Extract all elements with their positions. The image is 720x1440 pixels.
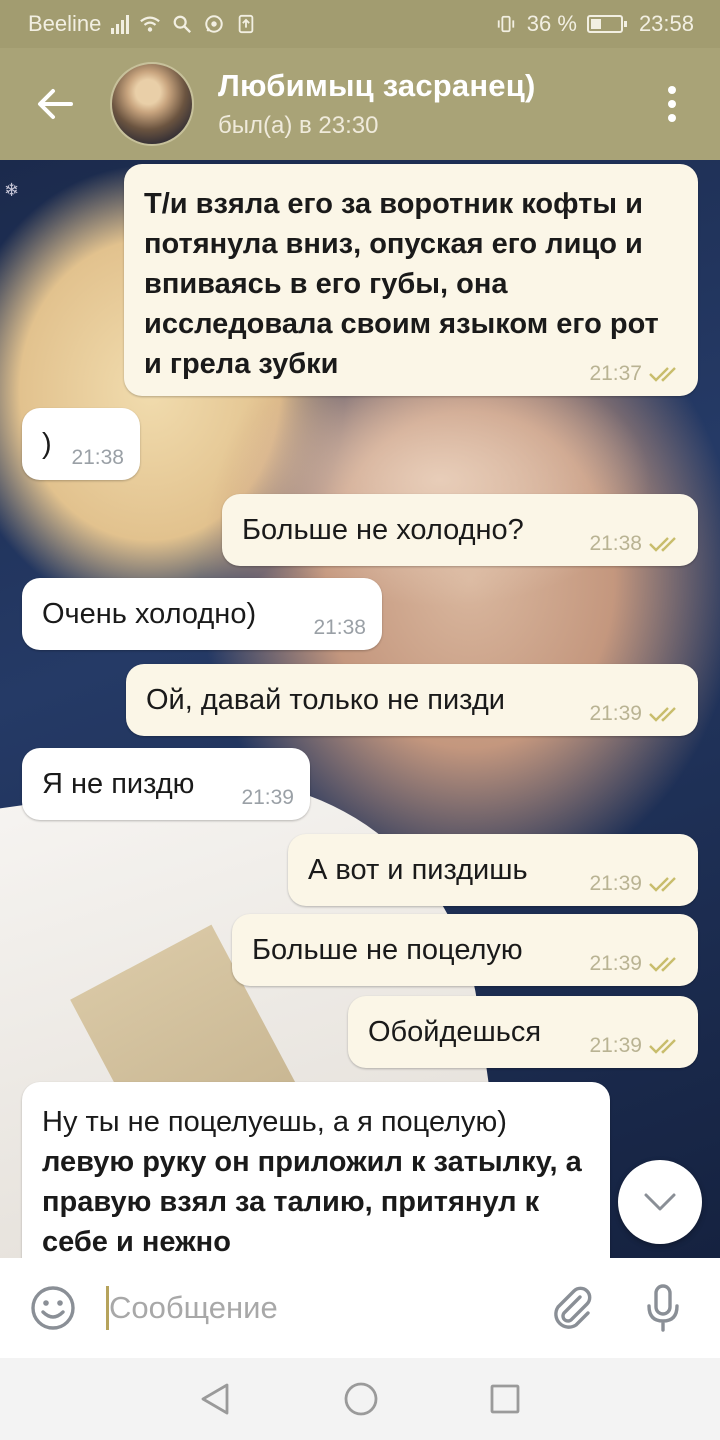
- scroll-to-bottom-button[interactable]: [618, 1160, 702, 1244]
- contact-info[interactable]: Любимыц засранец) был(а) в 23:30: [218, 68, 624, 140]
- double-check-icon: [649, 957, 676, 972]
- message-input[interactable]: [109, 1290, 509, 1326]
- status-bar: Beeline 36 % 23:58: [0, 0, 720, 48]
- message-text-bold: левую руку он приложил к затылку, а прав…: [42, 1146, 582, 1258]
- back-triangle-icon[interactable]: [199, 1382, 233, 1416]
- message-time: 21:39: [589, 1034, 642, 1057]
- message-time: 21:39: [589, 952, 642, 975]
- clock: 23:58: [638, 11, 694, 36]
- message-outgoing[interactable]: А вот и пиздишь 21:39: [288, 834, 698, 906]
- wallpaper-signature: ❄: [4, 180, 20, 200]
- attach-button[interactable]: [528, 1258, 618, 1358]
- double-check-icon: [649, 367, 676, 382]
- message-time: 21:39: [241, 786, 294, 809]
- recents-square-icon[interactable]: [489, 1383, 521, 1415]
- chevron-down-icon: [644, 1193, 676, 1211]
- message-text: Ну ты не поцелуешь, а я поцелую): [42, 1106, 507, 1138]
- search-icon: [174, 15, 192, 34]
- message-incoming[interactable]: ) 21:38: [22, 408, 140, 480]
- message-outgoing[interactable]: Больше не поцелую 21:39: [232, 914, 698, 986]
- smiley-icon: [31, 1286, 75, 1330]
- home-circle-icon[interactable]: [343, 1381, 379, 1417]
- message-time: 21:38: [313, 616, 366, 639]
- whatsapp-icon: [205, 15, 224, 33]
- vibrate-icon: [497, 15, 514, 33]
- battery-percent: 36 %: [526, 11, 577, 36]
- double-check-icon: [649, 877, 676, 892]
- message-outgoing[interactable]: Ой, давай только не пизди 21:39: [126, 664, 698, 736]
- message-outgoing[interactable]: Больше не холодно? 21:38: [222, 494, 698, 566]
- message-incoming[interactable]: Ну ты не поцелуешь, а я поцелую) левую р…: [22, 1082, 610, 1258]
- avatar[interactable]: [110, 62, 194, 146]
- microphone-button[interactable]: [618, 1258, 708, 1358]
- double-check-icon: [649, 707, 676, 722]
- message-incoming[interactable]: Я не пиздю 21:39: [22, 748, 310, 820]
- arrow-left-icon: [38, 89, 73, 119]
- contact-last-seen: был(а) в 23:30: [218, 112, 379, 139]
- upload-icon: [239, 14, 254, 34]
- signal-icon: [111, 14, 130, 34]
- back-button[interactable]: [0, 48, 110, 160]
- message-time: 21:39: [589, 872, 642, 895]
- message-composer: [0, 1258, 720, 1358]
- system-navigation-bar: [0, 1358, 720, 1440]
- carrier-name: Beeline: [28, 11, 102, 36]
- message-incoming[interactable]: Очень холодно) 21:38: [22, 578, 382, 650]
- message-outgoing[interactable]: Т/и взяла его за воротник кофты и потяну…: [124, 164, 698, 396]
- contact-name: Любимыц засранец): [218, 68, 536, 103]
- chat-header: Любимыц засранец) был(а) в 23:30: [0, 48, 720, 160]
- message-time: 21:38: [589, 532, 642, 555]
- microphone-icon: [647, 1284, 679, 1332]
- wifi-icon: [140, 16, 161, 32]
- battery-icon: [586, 15, 627, 33]
- message-time: 21:38: [71, 446, 124, 469]
- double-check-icon: [649, 1039, 676, 1054]
- more-menu-button[interactable]: [624, 48, 720, 160]
- message-outgoing[interactable]: Обойдешься 21:39: [348, 996, 698, 1068]
- message-time: 21:37: [589, 362, 642, 385]
- double-check-icon: [649, 537, 676, 552]
- message-text: Т/и взяла его за воротник кофты и потяну…: [144, 188, 659, 380]
- chat-area[interactable]: ❄ Т/и взяла его за воротник кофты и потя…: [0, 160, 720, 1258]
- emoji-button[interactable]: [0, 1258, 106, 1358]
- message-time: 21:39: [589, 702, 642, 725]
- paperclip-icon: [554, 1286, 592, 1329]
